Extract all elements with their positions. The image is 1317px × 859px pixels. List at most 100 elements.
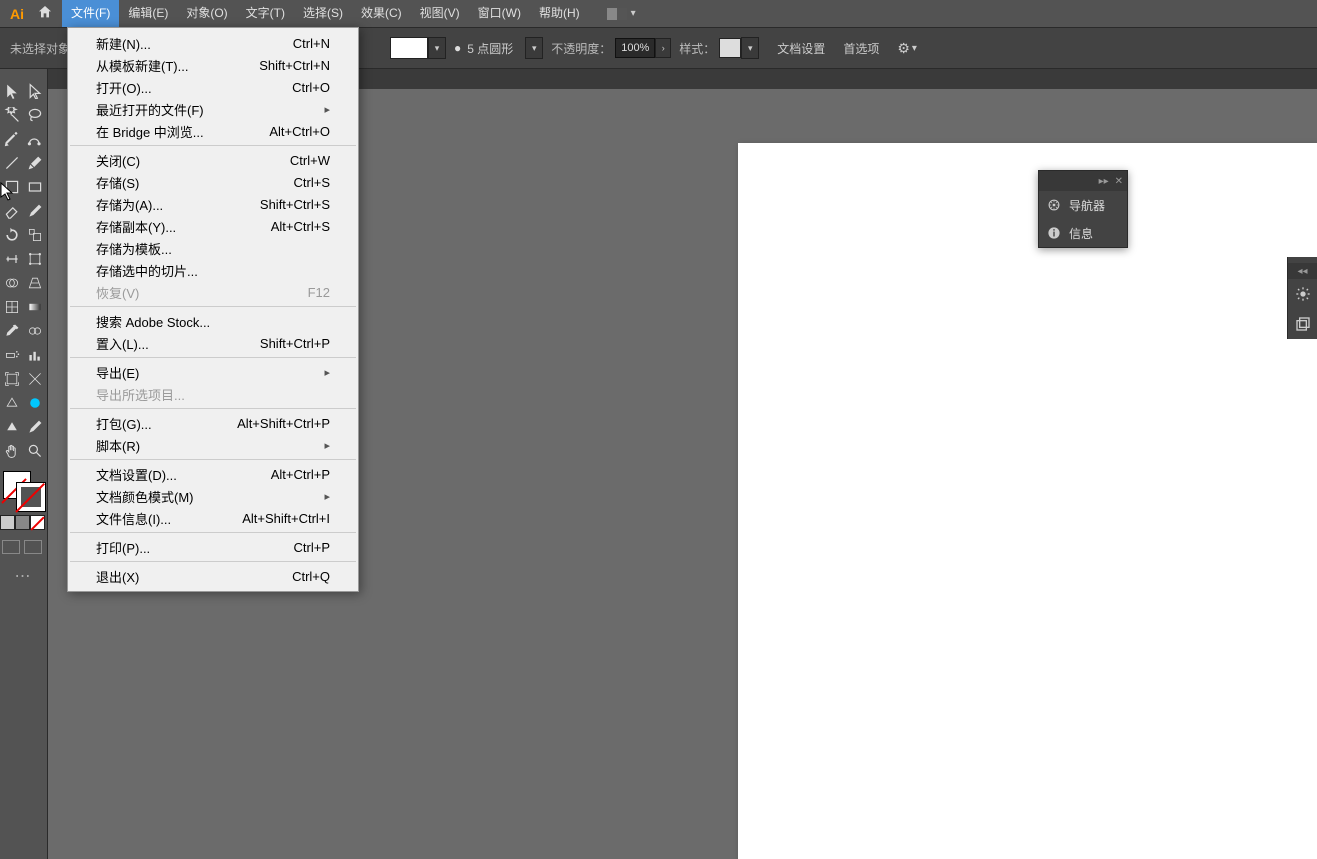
menu-item-label: 文档颜色模式(M) bbox=[96, 487, 194, 506]
panel-item-信息[interactable]: 信息 bbox=[1039, 219, 1127, 247]
menu-对象o[interactable]: 对象(O) bbox=[177, 0, 236, 27]
panel-collapse-icon[interactable]: ▸▸ bbox=[1099, 176, 1109, 187]
menu-item-打包G[interactable]: 打包(G)...Alt+Shift+Ctrl+P bbox=[68, 412, 358, 434]
document-setup-link[interactable]: 文档设置 bbox=[777, 40, 825, 57]
fill-dropdown[interactable]: ▾ bbox=[428, 37, 446, 59]
panel-close-icon[interactable]: ✕ bbox=[1115, 176, 1123, 187]
workspace-switcher[interactable]: ▾ bbox=[607, 8, 636, 20]
tool-artboard[interactable] bbox=[0, 367, 24, 391]
tool-paintbrush[interactable] bbox=[24, 151, 48, 175]
tool-symbol-sprayer[interactable] bbox=[0, 343, 24, 367]
menu-item-文档颜色模式M[interactable]: 文档颜色模式(M) bbox=[68, 485, 358, 507]
color-solid[interactable] bbox=[0, 515, 15, 530]
menu-文件f[interactable]: 文件(F) bbox=[62, 0, 119, 27]
tool-measure[interactable] bbox=[24, 415, 48, 439]
menu-文字t[interactable]: 文字(T) bbox=[237, 0, 294, 27]
tool-lasso[interactable] bbox=[24, 103, 48, 127]
tool-live-paint[interactable] bbox=[0, 415, 24, 439]
menu-选择s[interactable]: 选择(S) bbox=[294, 0, 352, 27]
tool-eyedropper[interactable] bbox=[0, 319, 24, 343]
menu-item-存储选中的切片[interactable]: 存储选中的切片... bbox=[68, 259, 358, 281]
menu-item-在Bridge中浏览[interactable]: 在 Bridge 中浏览...Alt+Ctrl+O bbox=[68, 120, 358, 142]
style-dropdown[interactable]: ▾ bbox=[741, 37, 759, 59]
menu-item-打开O[interactable]: 打开(O)...Ctrl+O bbox=[68, 76, 358, 98]
menu-item-文档设置D[interactable]: 文档设置(D)...Alt+Ctrl+P bbox=[68, 463, 358, 485]
tool-line[interactable] bbox=[0, 151, 24, 175]
panel-item-导航器[interactable]: 导航器 bbox=[1039, 191, 1127, 219]
stroke-swatch-tool[interactable] bbox=[17, 483, 45, 511]
menu-视图v[interactable]: 视图(V) bbox=[411, 0, 469, 27]
menu-item-label: 打开(O)... bbox=[96, 78, 152, 97]
menu-item-shortcut: Alt+Ctrl+O bbox=[269, 124, 330, 139]
menu-item-脚本R[interactable]: 脚本(R) bbox=[68, 434, 358, 456]
menu-item-打印P[interactable]: 打印(P)...Ctrl+P bbox=[68, 536, 358, 558]
home-button[interactable] bbox=[28, 4, 62, 23]
tool-pen[interactable] bbox=[0, 127, 24, 151]
tool-perspective[interactable] bbox=[24, 271, 48, 295]
tool-hand[interactable] bbox=[0, 439, 24, 463]
tool-slice[interactable] bbox=[24, 367, 48, 391]
menu-item-关闭C[interactable]: 关闭(C)Ctrl+W bbox=[68, 149, 358, 171]
panel-item-label: 信息 bbox=[1069, 225, 1093, 242]
fill-stroke-control[interactable] bbox=[0, 469, 47, 513]
opacity-arrow[interactable]: › bbox=[655, 38, 671, 58]
menu-编辑e[interactable]: 编辑(E) bbox=[119, 0, 177, 27]
menu-item-导出E[interactable]: 导出(E) bbox=[68, 361, 358, 383]
sun-icon[interactable] bbox=[1288, 279, 1317, 309]
tool-shape-builder[interactable] bbox=[0, 271, 24, 295]
screen-full[interactable] bbox=[24, 540, 42, 554]
tool-magic-wand[interactable] bbox=[0, 103, 24, 127]
menu-item-最近打开的文件F[interactable]: 最近打开的文件(F) bbox=[68, 98, 358, 120]
edit-toolbar[interactable]: ⋯ bbox=[0, 566, 47, 586]
screen-normal[interactable] bbox=[2, 540, 20, 554]
menu-效果c[interactable]: 效果(C) bbox=[352, 0, 411, 27]
menu-item-置入L[interactable]: 置入(L)...Shift+Ctrl+P bbox=[68, 332, 358, 354]
menu-items: 文件(F)编辑(E)对象(O)文字(T)选择(S)效果(C)视图(V)窗口(W)… bbox=[62, 0, 589, 27]
artboard[interactable] bbox=[738, 143, 1317, 859]
tool-shaper[interactable] bbox=[0, 175, 24, 199]
dock-collapse[interactable]: ◂◂ bbox=[1288, 263, 1317, 279]
tool-curvature[interactable] bbox=[24, 127, 48, 151]
tool-gradient[interactable] bbox=[24, 295, 48, 319]
tool-bg-indicator[interactable] bbox=[24, 391, 48, 415]
menu-窗口w[interactable]: 窗口(W) bbox=[469, 0, 530, 27]
color-none[interactable] bbox=[30, 515, 45, 530]
panel-header[interactable]: ▸▸ ✕ bbox=[1039, 171, 1127, 191]
tool-scale[interactable] bbox=[24, 223, 48, 247]
tool-selection[interactable] bbox=[0, 79, 24, 103]
menu-item-从模板新建T[interactable]: 从模板新建(T)...Shift+Ctrl+N bbox=[68, 54, 358, 76]
tool-fg-indicator[interactable] bbox=[0, 391, 24, 415]
tool-zoom[interactable] bbox=[24, 439, 48, 463]
tool-width[interactable] bbox=[0, 247, 24, 271]
tool-mesh[interactable] bbox=[0, 295, 24, 319]
menu-item-文件信息I[interactable]: 文件信息(I)...Alt+Shift+Ctrl+I bbox=[68, 507, 358, 529]
menu-item-新建N[interactable]: 新建(N)...Ctrl+N bbox=[68, 32, 358, 54]
stroke-preset[interactable]: 5 点圆形 bbox=[467, 40, 523, 57]
menu-separator bbox=[70, 357, 356, 358]
tool-rotate[interactable] bbox=[0, 223, 24, 247]
menu-item-存储为模板[interactable]: 存储为模板... bbox=[68, 237, 358, 259]
tool-blend[interactable] bbox=[24, 319, 48, 343]
color-gradient[interactable] bbox=[15, 515, 30, 530]
layers-icon[interactable] bbox=[1288, 309, 1317, 339]
stroke-dropdown[interactable]: ▾ bbox=[525, 37, 543, 59]
preferences-link[interactable]: 首选项 bbox=[843, 40, 879, 57]
tool-pencil[interactable] bbox=[24, 199, 48, 223]
menu-item-存储为A[interactable]: 存储为(A)...Shift+Ctrl+S bbox=[68, 193, 358, 215]
menu-item-label: 打印(P)... bbox=[96, 538, 150, 557]
menu-item-搜索AdobeStock[interactable]: 搜索 Adobe Stock... bbox=[68, 310, 358, 332]
tool-rectangle[interactable] bbox=[24, 175, 48, 199]
tool-direct-selection[interactable] bbox=[24, 79, 48, 103]
tool-eraser[interactable] bbox=[0, 199, 24, 223]
menu-帮助h[interactable]: 帮助(H) bbox=[530, 0, 589, 27]
menu-item-存储副本Y[interactable]: 存储副本(Y)...Alt+Ctrl+S bbox=[68, 215, 358, 237]
tool-free-transform[interactable] bbox=[24, 247, 48, 271]
menu-item-退出X[interactable]: 退出(X)Ctrl+Q bbox=[68, 565, 358, 587]
style-swatch[interactable] bbox=[719, 38, 741, 58]
opacity-input[interactable]: 100% bbox=[615, 38, 655, 58]
tool-column-graph[interactable] bbox=[24, 343, 48, 367]
stroke-bullet: ● bbox=[454, 41, 461, 55]
gear-icon[interactable]: ⚙ bbox=[897, 40, 910, 57]
menu-item-存储S[interactable]: 存储(S)Ctrl+S bbox=[68, 171, 358, 193]
fill-swatch[interactable] bbox=[390, 37, 428, 59]
